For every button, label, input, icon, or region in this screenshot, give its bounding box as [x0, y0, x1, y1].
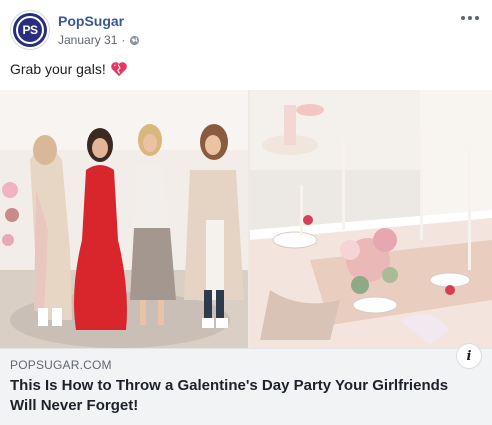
heart-icon [110, 62, 127, 77]
info-icon[interactable]: i [456, 343, 482, 369]
post-message: Grab your gals! [10, 61, 128, 77]
post-image[interactable] [0, 90, 492, 348]
popsugar-logo: PS [13, 13, 47, 47]
page-name-link[interactable]: PopSugar [58, 13, 124, 29]
party-table-photo [250, 90, 492, 348]
post-meta: January 31 · [58, 33, 140, 47]
meta-separator: · [121, 33, 126, 47]
link-preview[interactable]: POPSUGAR.COM This Is How to Throw a Gale… [0, 348, 492, 425]
avatar[interactable]: PS [10, 10, 50, 50]
avatar-text: PS [16, 16, 44, 44]
globe-icon[interactable] [129, 35, 140, 46]
link-title[interactable]: This Is How to Throw a Galentine's Day P… [10, 376, 470, 416]
four-women-photo [0, 90, 248, 348]
post-date-link[interactable]: January 31 [58, 33, 117, 47]
post-message-text: Grab your gals! [10, 61, 106, 77]
more-options-icon[interactable] [458, 10, 482, 26]
post-header: PS PopSugar January 31 · [10, 8, 482, 52]
link-domain: POPSUGAR.COM [10, 358, 112, 372]
